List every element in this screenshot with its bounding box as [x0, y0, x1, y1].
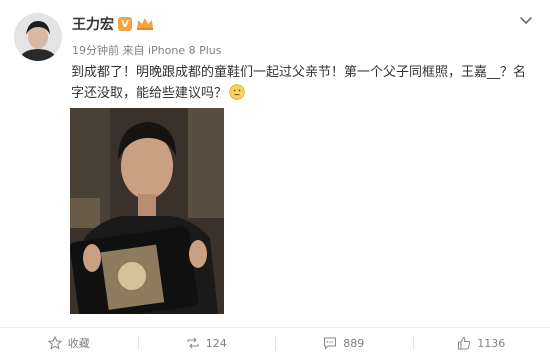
- post-photo-image: [70, 108, 224, 314]
- favorite-button[interactable]: 收藏: [0, 328, 138, 358]
- action-bar: 收藏 124 889 1136: [0, 328, 550, 358]
- comment-count: 889: [343, 336, 365, 350]
- like-button[interactable]: 1136: [412, 328, 550, 358]
- author-row: 王力宏 V: [72, 14, 154, 34]
- thinking-emoji-icon: [229, 84, 245, 100]
- repost-count: 124: [205, 336, 227, 350]
- author-name[interactable]: 王力宏: [72, 14, 114, 34]
- verified-badge-icon: V: [118, 17, 132, 31]
- weibo-post-card: 王力宏 V 19分钟前 来自 iPhone 8 Plus 到成都了！明晚跟成都的…: [0, 0, 550, 358]
- star-icon: [47, 336, 62, 350]
- post-text-content: 到成都了！明晚跟成都的童鞋们一起过父亲节！第一个父子同框照，王嘉__？名字还没取…: [71, 65, 527, 101]
- post-photo[interactable]: [70, 108, 224, 314]
- author-avatar[interactable]: [14, 13, 62, 61]
- crown-icon: [137, 18, 153, 30]
- repost-icon: [187, 337, 199, 349]
- thumbs-up-icon: [458, 336, 471, 350]
- favorite-label: 收藏: [67, 337, 90, 350]
- post-time-source: 19分钟前 来自 iPhone 8 Plus: [72, 44, 222, 57]
- avatar-image: [14, 13, 62, 61]
- chevron-down-icon[interactable]: [518, 12, 534, 28]
- comment-button[interactable]: 889: [275, 328, 413, 358]
- repost-button[interactable]: 124: [137, 328, 276, 358]
- comment-icon: [324, 337, 337, 350]
- post-text: 到成都了！明晚跟成都的童鞋们一起过父亲节！第一个父子同框照，王嘉__？名字还没取…: [71, 62, 531, 104]
- like-count: 1136: [477, 336, 506, 350]
